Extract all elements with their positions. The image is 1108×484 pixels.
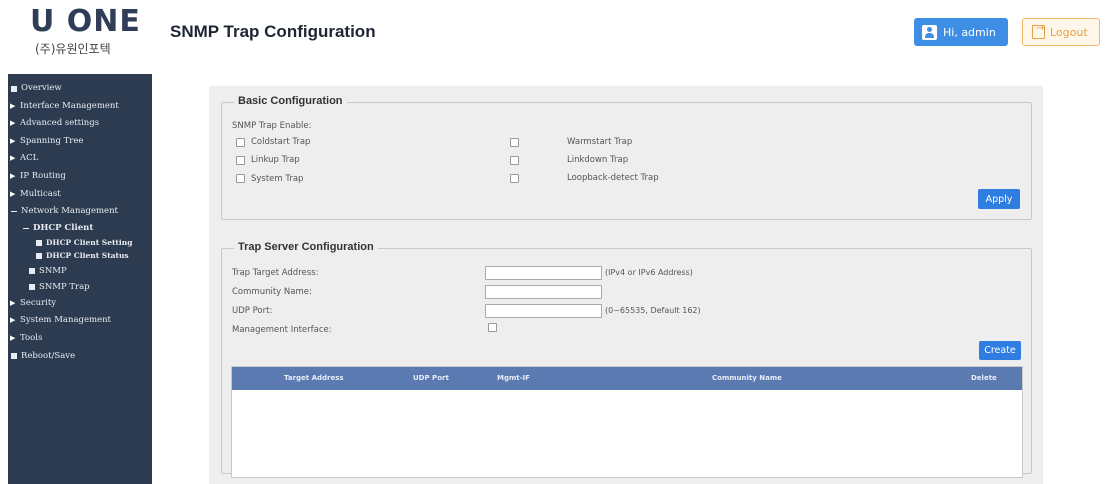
sidebar-nav: Overview ▶ Interface Management ▶ Advanced… bbox=[8, 74, 152, 484]
sidebar-item-ip-routing[interactable]: ▶ IP Routing bbox=[8, 168, 152, 186]
sidebar-item-dhcp-client-status[interactable]: DHCP Client Status bbox=[8, 249, 152, 263]
square-icon bbox=[36, 253, 42, 259]
user-icon bbox=[922, 24, 937, 40]
square-icon bbox=[29, 283, 35, 290]
user-button[interactable]: Hi, admin bbox=[914, 18, 1008, 46]
sidebar-item-label: DHCP Client Status bbox=[46, 251, 129, 261]
linkup-trap-checkbox[interactable] bbox=[236, 156, 245, 165]
logout-icon bbox=[1032, 23, 1045, 39]
sidebar-item-label: Advanced settings bbox=[20, 118, 100, 129]
collapse-icon bbox=[23, 227, 29, 229]
company-logo: U ONE (주)유원인포텍 bbox=[30, 6, 160, 62]
logout-button[interactable]: Logout bbox=[1022, 18, 1100, 46]
sidebar-item-label: IP Routing bbox=[20, 170, 66, 181]
caret-right-icon: ▶ bbox=[10, 333, 16, 342]
logout-label: Logout bbox=[1050, 25, 1088, 39]
sidebar-item-label: Interface Management bbox=[20, 100, 119, 111]
udp-port-hint: (0~65535, Default 162) bbox=[605, 306, 701, 315]
caret-right-icon: ▶ bbox=[10, 119, 16, 128]
collapse-icon bbox=[11, 211, 17, 213]
udp-port-input[interactable] bbox=[485, 304, 602, 318]
square-icon bbox=[36, 239, 42, 246]
trap-server-table: Target Address UDP Port Mgmt-IF Communit… bbox=[231, 366, 1023, 478]
page-title: SNMP Trap Configuration bbox=[170, 22, 376, 41]
loopback-detect-trap-label: Loopback-detect Trap bbox=[567, 173, 659, 183]
main-content: Basic Configuration SNMP Trap Enable: Co… bbox=[209, 86, 1043, 484]
sidebar-item-label: Reboot/Save bbox=[21, 350, 76, 361]
sidebar-item-label: DHCP Client bbox=[33, 222, 94, 233]
system-trap-checkbox[interactable] bbox=[236, 174, 245, 183]
sidebar-item-reboot-save[interactable]: Reboot/Save bbox=[8, 348, 152, 366]
header: U ONE (주)유원인포텍 SNMP Trap Configuration H… bbox=[0, 0, 1108, 66]
linkdown-trap-label: Linkdown Trap bbox=[567, 155, 629, 165]
sidebar-item-network-management[interactable]: Network Management bbox=[8, 203, 152, 221]
community-name-input[interactable] bbox=[485, 285, 602, 299]
management-interface-checkbox[interactable] bbox=[488, 323, 497, 332]
community-name-label: Community Name: bbox=[232, 287, 312, 297]
user-label: Hi, admin bbox=[943, 25, 996, 39]
sidebar-item-acl[interactable]: ▶ ACL bbox=[8, 150, 152, 168]
square-icon bbox=[29, 267, 35, 274]
create-button[interactable]: Create bbox=[979, 341, 1021, 360]
sidebar-item-label: Spanning Tree bbox=[20, 135, 84, 146]
sidebar-item-label: Multicast bbox=[20, 188, 61, 199]
management-interface-label: Management Interface: bbox=[232, 325, 332, 335]
sidebar-item-spanning-tree[interactable]: ▶ Spanning Tree bbox=[8, 133, 152, 151]
sidebar-item-label: DHCP Client Setting bbox=[46, 237, 133, 247]
caret-right-icon: ▶ bbox=[10, 136, 16, 145]
loopback-detect-trap-checkbox[interactable] bbox=[510, 174, 519, 183]
column-header-target-address: Target Address bbox=[284, 374, 344, 382]
trap-target-address-hint: (IPv4 or IPv6 Address) bbox=[605, 268, 693, 277]
table-header-row: Target Address UDP Port Mgmt-IF Communit… bbox=[232, 367, 1022, 390]
column-header-delete: Delete bbox=[971, 374, 997, 382]
sidebar-item-label: Tools bbox=[20, 332, 43, 343]
square-icon bbox=[11, 85, 17, 92]
column-header-mgmt-if: Mgmt-IF bbox=[497, 374, 530, 382]
sidebar-item-dhcp-client-setting[interactable]: DHCP Client Setting bbox=[8, 236, 152, 250]
caret-right-icon: ▶ bbox=[10, 154, 16, 163]
sidebar-item-overview[interactable]: Overview bbox=[8, 80, 152, 98]
warmstart-trap-checkbox[interactable] bbox=[510, 138, 519, 147]
caret-right-icon: ▶ bbox=[10, 171, 16, 180]
system-trap-label: System Trap bbox=[251, 174, 304, 184]
caret-right-icon: ▶ bbox=[10, 316, 16, 325]
sidebar-item-multicast[interactable]: ▶ Multicast bbox=[8, 186, 152, 204]
column-header-udp-port: UDP Port bbox=[413, 374, 449, 382]
coldstart-trap-checkbox[interactable] bbox=[236, 138, 245, 147]
sidebar-item-dhcp-client[interactable]: DHCP Client bbox=[8, 221, 152, 236]
coldstart-trap-label: Coldstart Trap bbox=[251, 137, 311, 147]
sidebar-item-interface-management[interactable]: ▶ Interface Management bbox=[8, 98, 152, 116]
sidebar-item-snmp-trap[interactable]: SNMP Trap bbox=[8, 279, 152, 295]
basic-configuration-legend: Basic Configuration bbox=[234, 95, 347, 107]
sidebar-item-security[interactable]: ▶ Security bbox=[8, 295, 152, 313]
trap-target-address-label: Trap Target Address: bbox=[232, 268, 319, 278]
logo-text: U ONE bbox=[30, 4, 141, 39]
sidebar-item-system-management[interactable]: ▶ System Management bbox=[8, 312, 152, 330]
column-header-community-name: Community Name bbox=[712, 374, 782, 382]
linkup-trap-label: Linkup Trap bbox=[251, 155, 300, 165]
caret-right-icon: ▶ bbox=[10, 298, 16, 307]
square-icon bbox=[11, 353, 17, 360]
sidebar-item-advanced-settings[interactable]: ▶ Advanced settings bbox=[8, 115, 152, 133]
sidebar-item-label: ACL bbox=[20, 153, 39, 164]
udp-port-label: UDP Port: bbox=[232, 306, 273, 316]
sidebar-item-label: Overview bbox=[21, 83, 62, 93]
caret-right-icon: ▶ bbox=[10, 189, 16, 198]
sidebar-item-snmp[interactable]: SNMP bbox=[8, 263, 152, 279]
sidebar-item-label: Network Management bbox=[21, 206, 118, 217]
sidebar-item-label: Security bbox=[20, 297, 57, 308]
trap-server-configuration-legend: Trap Server Configuration bbox=[234, 241, 378, 253]
linkdown-trap-checkbox[interactable] bbox=[510, 156, 519, 165]
apply-button[interactable]: Apply bbox=[978, 189, 1020, 209]
basic-configuration-fieldset: Basic Configuration SNMP Trap Enable: Co… bbox=[221, 95, 1032, 220]
sidebar-item-label: SNMP bbox=[39, 265, 67, 276]
warmstart-trap-label: Warmstart Trap bbox=[567, 137, 633, 147]
caret-right-icon: ▶ bbox=[10, 101, 16, 110]
sidebar-item-label: SNMP Trap bbox=[39, 281, 90, 292]
snmp-trap-enable-label: SNMP Trap Enable: bbox=[232, 121, 312, 131]
sidebar-item-label: System Management bbox=[20, 315, 111, 326]
logo-subtitle: (주)유원인포텍 bbox=[35, 42, 111, 56]
sidebar-item-tools[interactable]: ▶ Tools bbox=[8, 330, 152, 348]
trap-target-address-input[interactable] bbox=[485, 266, 602, 280]
